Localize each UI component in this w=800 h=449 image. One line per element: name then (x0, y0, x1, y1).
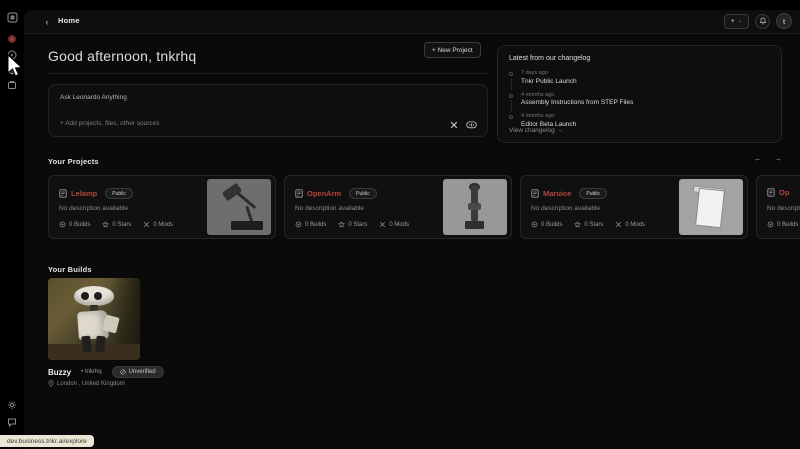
projects-section-title: Your Projects (48, 157, 99, 166)
project-doc-icon (295, 189, 303, 198)
project-card-lelamp[interactable]: Lelamp Public No description available 0… (48, 175, 276, 239)
build-photo-buzzy[interactable] (48, 278, 140, 360)
app-logo-icon[interactable] (5, 10, 19, 24)
stars-stat-icon (338, 221, 345, 228)
carousel-prev-button[interactable]: ← (754, 154, 762, 163)
project-description: No description available (767, 205, 800, 212)
project-stats: 0 Builds 0 Stars 0 Mods (531, 221, 645, 228)
timeline-dot-icon (509, 94, 513, 98)
mods-stat-icon (615, 221, 622, 228)
settings-gear-icon[interactable] (5, 398, 19, 412)
project-card-partial[interactable]: Op No description available 0 Builds (756, 175, 800, 239)
timeline-dot-icon (509, 115, 513, 119)
project-card-maruice[interactable]: Maruice Public No description available … (520, 175, 748, 239)
changelog-item[interactable]: 7 days ago Tnkr Public Launch (509, 70, 769, 85)
project-doc-icon (59, 189, 67, 198)
greeting-heading: Good afternoon, tnkrhq (48, 48, 196, 64)
visibility-badge: Public (105, 188, 133, 199)
ask-action-icons (450, 121, 477, 129)
project-description: No description available (295, 205, 364, 212)
changelog-item-title: Assembly Instructions from STEP Files (521, 99, 769, 106)
sidebar-item-record-icon[interactable] (5, 32, 19, 46)
project-thumbnail-lamp (207, 179, 271, 235)
stars-stat-icon (574, 221, 581, 228)
project-description: No description available (531, 205, 600, 212)
builds-stat-icon (767, 221, 774, 228)
changelog-item[interactable]: 4 months ago Assembly Instructions from … (509, 92, 769, 107)
unverified-badge: Unverified (112, 366, 164, 378)
changelog-item-time: 4 months ago (521, 92, 769, 98)
unverified-icon (120, 369, 126, 375)
visibility-badge: Public (349, 188, 377, 199)
project-card-openarm[interactable]: OpenArm Public No description available … (284, 175, 512, 239)
app-screen: ‹ Home + ⌄ t Good afternoon, tnkrhq + Ne… (0, 0, 800, 449)
build-name[interactable]: Buzzy (48, 368, 71, 377)
project-stats: 0 Builds 0 Stars 0 Mods (295, 221, 409, 228)
notifications-button[interactable] (755, 14, 770, 29)
timeline-dot-icon (509, 72, 513, 76)
changelog-list: 7 days ago Tnkr Public Launch 4 months a… (509, 70, 769, 135)
divider (48, 73, 488, 74)
build-owner: • tnkrhq (81, 369, 101, 375)
mods-stat-icon (379, 221, 386, 228)
project-doc-icon (767, 188, 775, 197)
project-description: No description available (59, 205, 128, 212)
project-thumbnail-box (679, 179, 743, 235)
changelog-item-time: 4 months ago (521, 113, 769, 119)
mouse-cursor (7, 54, 24, 78)
topbar-actions: + ⌄ t (724, 13, 792, 29)
builds-section-title: Your Builds (48, 265, 92, 274)
project-stats: 0 Builds 0 Stars 0 Mods (59, 221, 173, 228)
quick-create-button[interactable]: + ⌄ (724, 14, 749, 29)
back-button[interactable]: ‹ (40, 15, 54, 29)
plus-icon: + (731, 18, 735, 25)
project-name: Op (779, 188, 789, 197)
map-pin-icon (48, 380, 54, 387)
builds-stat-icon (295, 221, 302, 228)
build-location: London , United Kingdom (48, 380, 125, 387)
changelog-item-title: Tnkr Public Launch (521, 78, 769, 85)
timeline-line (511, 100, 512, 112)
carousel-next-button[interactable]: → (774, 154, 782, 163)
projects-card-row: Lelamp Public No description available 0… (48, 175, 800, 241)
ask-input-panel[interactable]: Ask Leonardo Anything + Add projects, fi… (48, 84, 488, 137)
user-avatar[interactable]: t (776, 13, 792, 29)
project-doc-icon (531, 189, 539, 198)
page-title: Home (58, 16, 80, 25)
changelog-item-time: 7 days ago (521, 70, 769, 76)
mods-stat-icon (143, 221, 150, 228)
project-name: OpenArm (307, 189, 341, 198)
timeline-line (511, 78, 512, 90)
tools-icon[interactable] (450, 121, 458, 129)
chevron-down-icon: ⌄ (738, 18, 742, 24)
builds-stat-icon (59, 221, 66, 228)
new-project-button[interactable]: + New Project (424, 42, 481, 58)
top-bar: ‹ Home + ⌄ t (24, 10, 800, 34)
robot-head-shape (74, 286, 114, 306)
sidebar-item-builds-icon[interactable] (5, 78, 19, 92)
changelog-title: Latest from our changelog (509, 55, 590, 62)
voice-chat-icon[interactable] (466, 121, 477, 129)
main-content: ‹ Home + ⌄ t Good afternoon, tnkrhq + Ne… (24, 10, 800, 449)
status-url-tooltip: dev.business.tnkr.ai/explore (0, 435, 94, 447)
bell-icon (759, 17, 767, 25)
builds-stat-icon (531, 221, 538, 228)
visibility-badge: Public (579, 188, 607, 199)
project-name: Lelamp (71, 189, 97, 198)
build-meta-row: Buzzy • tnkrhq Unverified (48, 366, 164, 378)
changelog-panel: Latest from our changelog 7 days ago Tnk… (497, 45, 782, 143)
projects-carousel-controls: ← → (754, 154, 782, 163)
project-stats: 0 Builds (767, 221, 798, 228)
add-sources-button[interactable]: + Add projects, files, other sources (60, 120, 160, 127)
ask-placeholder: Ask Leonardo Anything (60, 94, 127, 101)
stars-stat-icon (102, 221, 109, 228)
changelog-item[interactable]: 4 months ago Editor Beta Launch (509, 113, 769, 128)
project-thumbnail-arm (443, 179, 507, 235)
project-name: Maruice (543, 189, 571, 198)
view-changelog-link[interactable]: View changelog → (509, 127, 563, 134)
feedback-chat-icon[interactable] (5, 415, 19, 429)
